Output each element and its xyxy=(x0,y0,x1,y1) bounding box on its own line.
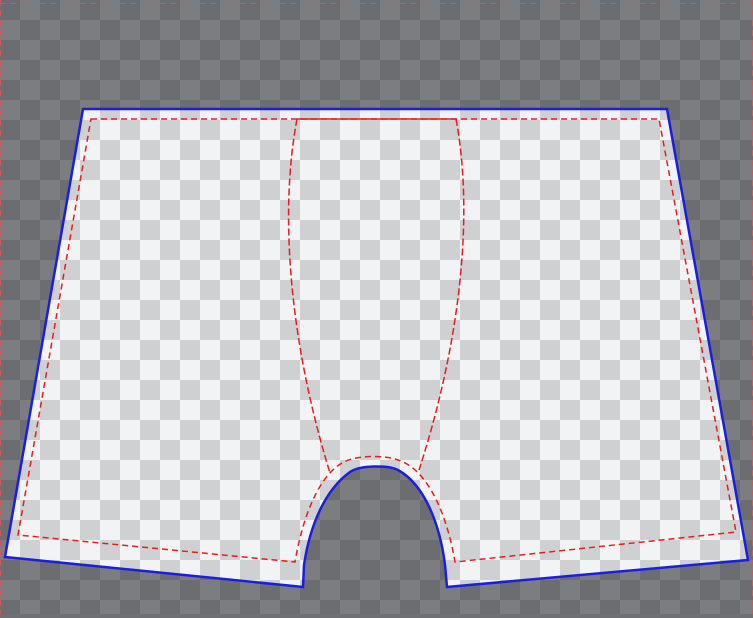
pattern-canvas[interactable] xyxy=(0,0,753,614)
pattern-svg xyxy=(0,0,753,614)
